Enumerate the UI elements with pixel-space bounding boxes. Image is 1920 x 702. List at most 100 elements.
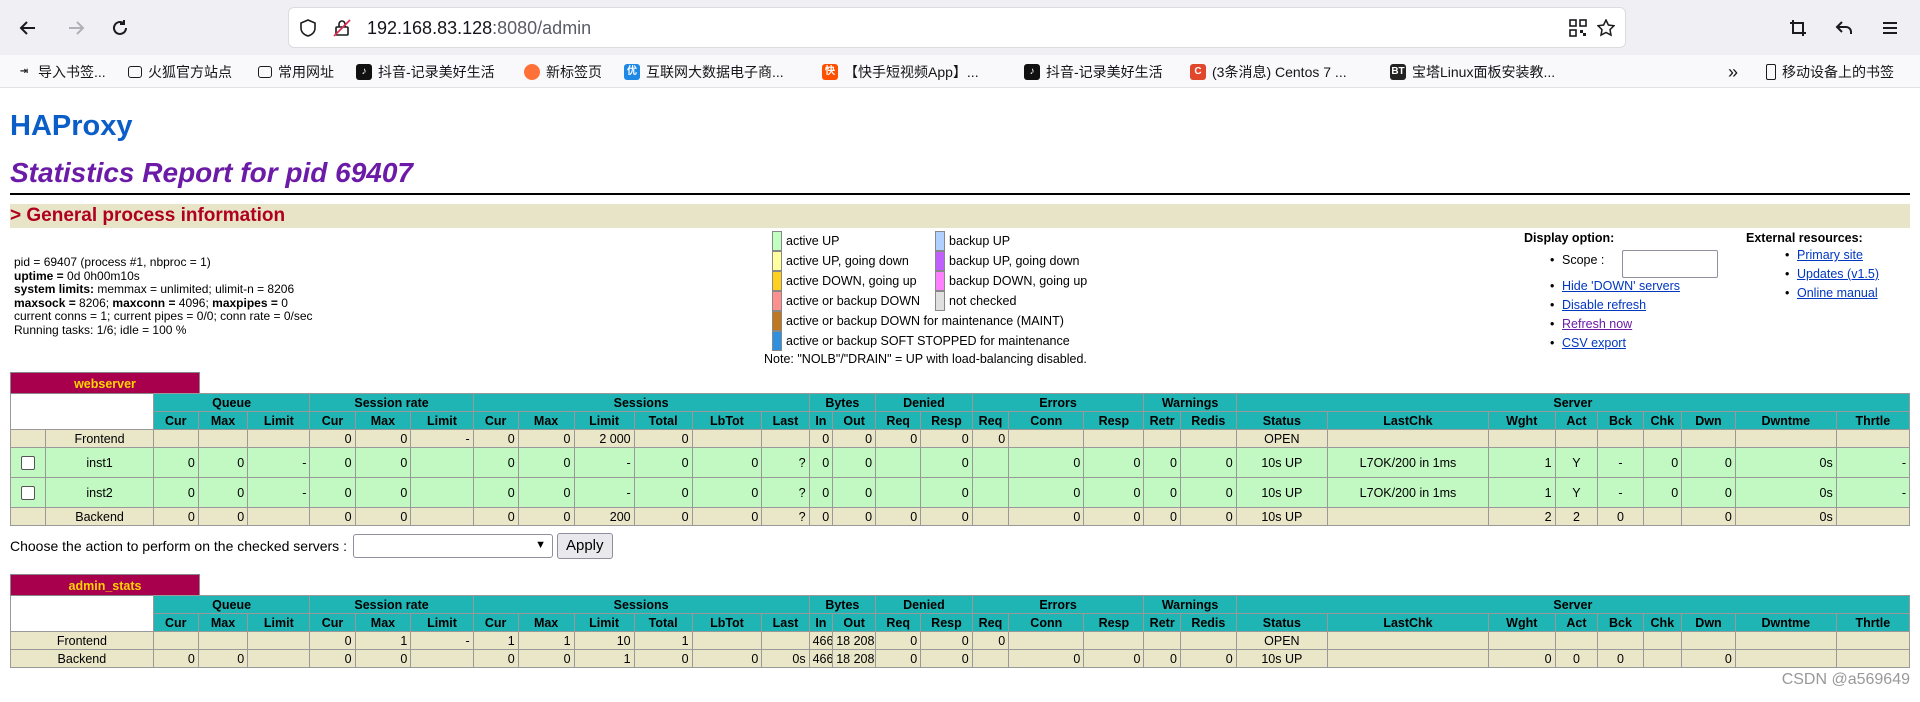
action-select[interactable]: ▼ bbox=[352, 534, 553, 558]
stat-cell: 0 bbox=[832, 429, 877, 448]
stat-cell bbox=[1179, 631, 1237, 650]
info-segment: Running tasks: 1/6; idle = 100 % bbox=[14, 322, 187, 337]
stat-cell: 0 bbox=[1083, 649, 1145, 668]
bookmark-kuaishou[interactable]: 快【快手短视频App】... bbox=[822, 62, 979, 82]
divider bbox=[10, 193, 1910, 195]
column-header: Dwn bbox=[1681, 411, 1736, 430]
stat-cell: 1 bbox=[517, 631, 575, 650]
bookmark-baota[interactable]: BT 宝塔Linux面板安装教... bbox=[1390, 62, 1555, 82]
updates-link[interactable]: Updates (v1.5) bbox=[1797, 267, 1879, 281]
bookmark-star-icon[interactable] bbox=[1597, 19, 1615, 37]
row-name[interactable]: Backend bbox=[10, 649, 154, 668]
qr-code-icon[interactable] bbox=[1569, 19, 1587, 37]
stat-cell: OPEN bbox=[1235, 429, 1328, 448]
row-name[interactable]: Backend bbox=[45, 507, 154, 526]
stat-cell bbox=[1681, 429, 1736, 448]
url-bar[interactable]: 192.168.83.128:8080/admin bbox=[288, 7, 1626, 48]
undo-button[interactable] bbox=[1828, 12, 1860, 44]
hide-down-servers-link[interactable]: Hide 'DOWN' servers bbox=[1562, 279, 1680, 293]
stat-cell: 0 bbox=[808, 507, 834, 526]
page-content: HAProxy Statistics Report for pid 69407 … bbox=[0, 88, 1920, 702]
stat-cell: 0s bbox=[761, 649, 810, 668]
stat-cell bbox=[410, 649, 474, 668]
column-group-errors: Errors bbox=[971, 393, 1145, 412]
stat-cell: 0 bbox=[920, 649, 973, 668]
bookmark-bigdata[interactable]: 优互联网大数据电子商... bbox=[624, 62, 784, 82]
forward-arrow-icon bbox=[69, 21, 85, 35]
info-segment: system limits: bbox=[14, 282, 98, 297]
back-button[interactable] bbox=[12, 12, 44, 44]
info-segment: 69407 (process #1, nbproc = 1) bbox=[43, 255, 211, 269]
bookmark-douyin-2[interactable]: ♪ 抖音-记录美好生活 bbox=[1024, 62, 1163, 82]
bookmark-mobile[interactable]: 移动设备上的书签 bbox=[1766, 62, 1894, 82]
server-row: inst2 0 0-0 0 0 0-0 0? 0 0 0 0 0 0 0 10s UP L7OK/200 in… bbox=[9, 477, 1911, 508]
primary-site-link[interactable]: Primary site bbox=[1797, 248, 1863, 262]
disable-refresh-link[interactable]: Disable refresh bbox=[1562, 298, 1646, 312]
page-title: Statistics Report for pid 69407 bbox=[10, 157, 414, 188]
bookmark-douyin-1[interactable]: ♪ 抖音-记录美好生活 bbox=[356, 62, 495, 82]
bookmark-centos[interactable]: C (3条消息) Centos 7 ... bbox=[1190, 62, 1347, 82]
legend-label: active DOWN, going up bbox=[786, 274, 917, 288]
stat-cell: - bbox=[247, 447, 311, 478]
stat-cell bbox=[1597, 429, 1644, 448]
stat-cell: 0 bbox=[633, 477, 693, 508]
stat-cell bbox=[410, 507, 474, 526]
stat-cell bbox=[1083, 429, 1145, 448]
stat-cell: 10s UP bbox=[1235, 507, 1328, 526]
stat-cell bbox=[1143, 429, 1181, 448]
insecure-lock-icon[interactable] bbox=[333, 19, 351, 37]
bookmarks-overflow-button[interactable]: » bbox=[1728, 62, 1738, 82]
scope-input[interactable] bbox=[1622, 250, 1718, 278]
folder-icon bbox=[258, 66, 272, 78]
csv-export-link[interactable]: CSV export bbox=[1562, 336, 1626, 350]
row-name[interactable]: Frontend bbox=[10, 631, 154, 650]
stat-cell: 1 bbox=[633, 631, 693, 650]
screenshot-button[interactable] bbox=[1782, 12, 1814, 44]
online-manual-link[interactable]: Online manual bbox=[1797, 286, 1878, 300]
stat-cell bbox=[247, 507, 311, 526]
stat-cell: - bbox=[1835, 447, 1911, 478]
reload-button[interactable] bbox=[104, 12, 136, 44]
row-name[interactable]: inst2 bbox=[45, 477, 154, 508]
shield-icon[interactable] bbox=[299, 19, 317, 37]
stat-cell: 0 bbox=[1083, 507, 1145, 526]
column-header: Out bbox=[832, 411, 877, 430]
bookmark-common[interactable]: 常用网址 bbox=[258, 62, 334, 82]
column-header: Req bbox=[971, 411, 1010, 430]
column-header: Dwn bbox=[1681, 613, 1736, 632]
column-header: Status bbox=[1235, 613, 1328, 632]
server-checkbox[interactable] bbox=[21, 455, 36, 470]
bookmark-import[interactable]: ⇥ 导入书签... bbox=[16, 62, 106, 82]
proxy-name-admin-stats[interactable]: admin_stats bbox=[10, 574, 200, 596]
legend-swatch bbox=[772, 311, 782, 331]
column-header: LastChk bbox=[1326, 613, 1489, 632]
stat-cell: OPEN bbox=[1235, 631, 1328, 650]
apply-button[interactable]: Apply bbox=[556, 533, 613, 559]
bookmark-label: 抖音-记录美好生活 bbox=[1046, 64, 1163, 80]
column-header: Redis bbox=[1179, 613, 1237, 632]
bookmark-label: 宝塔Linux面板安装教... bbox=[1412, 64, 1556, 80]
column-header: Total bbox=[633, 613, 693, 632]
proxy-name-webserver[interactable]: webserver bbox=[10, 372, 200, 394]
server-checkbox[interactable] bbox=[21, 485, 36, 500]
info-segment: maxsock = bbox=[14, 295, 80, 310]
column-group-queue: Queue bbox=[152, 595, 311, 614]
forward-button[interactable] bbox=[60, 12, 92, 44]
url-text[interactable]: 192.168.83.128:8080/admin bbox=[367, 18, 591, 39]
menu-button[interactable] bbox=[1874, 12, 1906, 44]
stat-cell: - bbox=[1835, 477, 1911, 508]
stat-cell: ? bbox=[761, 447, 810, 478]
column-header: Chk bbox=[1642, 411, 1683, 430]
stat-cell: 18 208 bbox=[832, 649, 877, 668]
column-group-session-rate: Session rate bbox=[309, 393, 474, 412]
legend-label: active or backup SOFT STOPPED for mainte… bbox=[786, 334, 1070, 348]
info-segment: 0 bbox=[281, 295, 288, 310]
bookmark-firefox-site[interactable]: 火狐官方站点 bbox=[128, 62, 232, 82]
bookmark-new-tab[interactable]: 新标签页 bbox=[524, 62, 602, 82]
column-header: Last bbox=[761, 613, 810, 632]
refresh-now-link[interactable]: Refresh now bbox=[1562, 317, 1632, 331]
legend-label: backup UP bbox=[949, 234, 1011, 248]
row-name[interactable]: Frontend bbox=[45, 429, 154, 448]
external-resources: External resources: Primary site Updates… bbox=[1746, 231, 1879, 300]
row-name[interactable]: inst1 bbox=[45, 447, 154, 478]
